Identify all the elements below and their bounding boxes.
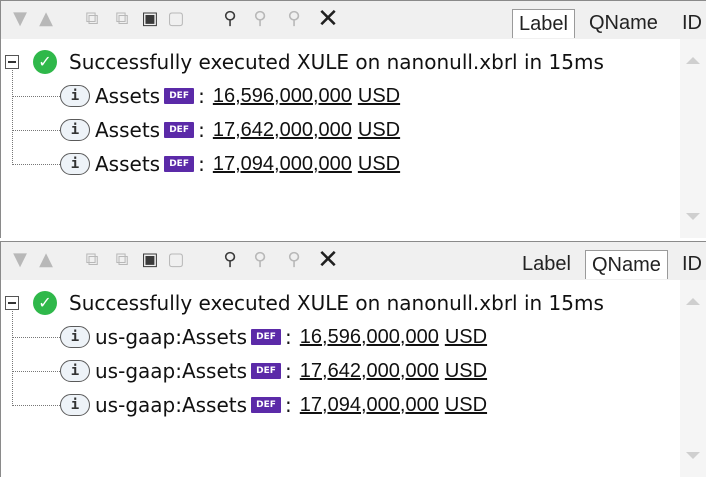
copy-all-icon[interactable]: ⧉ [111,7,133,31]
scroll-down-icon[interactable] [686,452,700,459]
find-previous-icon[interactable]: ⚲ [283,248,305,272]
info-icon: i [60,119,90,141]
tab-qname[interactable]: QName [585,250,668,279]
tree-root-row[interactable]: ✓ Successfully executed XULE on nanonull… [1,286,681,320]
item-unit-link[interactable]: USD [445,326,487,349]
scroll-up-icon[interactable] [686,298,700,305]
find-previous-icon[interactable]: ⚲ [283,7,305,31]
definition-badge-icon: DEF [164,88,195,104]
root-message: Successfully executed XULE on nanonull.x… [69,50,604,74]
paste-icon[interactable]: ▣ [139,7,161,31]
info-icon: i [60,85,90,107]
item-unit-link[interactable]: USD [445,360,487,383]
definition-badge-icon: DEF [251,363,282,379]
item-name: us-gaap:Assets [95,325,248,349]
find-next-icon[interactable]: ⚲ [249,7,271,31]
list-item[interactable]: Assets DEF : 17,642,000,000 USD [95,113,400,147]
success-check-icon: ✓ [33,291,57,315]
close-icon[interactable]: ✕ [317,6,339,32]
item-unit-link[interactable]: USD [358,153,400,176]
results-toolbar: ▼ ▲ ⧉ ⧉ ▣ ▢ ⚲ ⚲ ⚲ ✕ Label QName ID [1,242,706,280]
tab-label[interactable]: Label [512,9,575,38]
item-separator: : [285,325,292,349]
info-icon: i [60,360,90,382]
tree-connector [12,371,60,372]
export-icon[interactable]: ▢ [165,248,187,272]
root-message: Successfully executed XULE on nanonull.x… [69,291,604,315]
item-separator: : [198,84,205,108]
tree-connector [12,130,60,131]
list-item[interactable]: Assets DEF : 17,094,000,000 USD [95,147,400,181]
tab-id[interactable]: ID [676,9,706,37]
item-name: us-gaap:Assets [95,393,248,417]
triangle-down-icon[interactable]: ▼ [9,7,31,31]
info-icon: i [60,326,90,348]
item-value-link[interactable]: 17,094,000,000 [300,394,439,417]
tab-id[interactable]: ID [676,250,706,278]
find-icon[interactable]: ⚲ [219,248,241,272]
item-value-link[interactable]: 16,596,000,000 [213,85,352,108]
triangle-up-icon[interactable]: ▲ [35,7,57,31]
item-name: us-gaap:Assets [95,359,248,383]
info-icon: i [60,394,90,416]
tree-connector [12,96,60,97]
results-tree: ✓ Successfully executed XULE on nanonull… [1,39,681,238]
item-value-link[interactable]: 17,642,000,000 [213,119,352,142]
list-item[interactable]: Assets DEF : 16,596,000,000 USD [95,79,400,113]
item-value-link[interactable]: 17,642,000,000 [300,360,439,383]
collapse-icon[interactable] [5,55,19,69]
item-unit-link[interactable]: USD [358,85,400,108]
triangle-up-icon[interactable]: ▲ [35,248,57,272]
item-separator: : [198,152,205,176]
item-name: Assets [95,118,161,142]
definition-badge-icon: DEF [164,122,195,138]
tab-qname[interactable]: QName [583,9,664,37]
find-icon[interactable]: ⚲ [219,7,241,31]
vertical-scrollbar[interactable] [680,280,706,477]
scroll-up-icon[interactable] [686,57,700,64]
tree-connector [12,164,60,165]
item-value-link[interactable]: 17,094,000,000 [213,153,352,176]
tab-label[interactable]: Label [516,250,577,278]
item-separator: : [285,359,292,383]
paste-icon[interactable]: ▣ [139,248,161,272]
tree-connector [12,337,60,338]
item-unit-link[interactable]: USD [445,394,487,417]
item-unit-link[interactable]: USD [358,119,400,142]
item-separator: : [285,393,292,417]
item-name: Assets [95,84,161,108]
tree-root-row[interactable]: ✓ Successfully executed XULE on nanonull… [1,45,681,79]
xule-results-panel-qname: ▼ ▲ ⧉ ⧉ ▣ ▢ ⚲ ⚲ ⚲ ✕ Label QName ID ✓ Suc… [0,241,706,477]
list-item[interactable]: us-gaap:Assets DEF : 16,596,000,000 USD [95,320,487,354]
info-icon: i [60,153,90,175]
definition-badge-icon: DEF [251,397,282,413]
copy-icon[interactable]: ⧉ [81,248,103,272]
tree-connector [12,405,60,406]
find-next-icon[interactable]: ⚲ [249,248,271,272]
close-icon[interactable]: ✕ [317,247,339,273]
item-value-link[interactable]: 16,596,000,000 [300,326,439,349]
triangle-down-icon[interactable]: ▼ [9,248,31,272]
definition-badge-icon: DEF [164,156,195,172]
results-tree: ✓ Successfully executed XULE on nanonull… [1,280,681,477]
xule-results-panel-label: ▼ ▲ ⧉ ⧉ ▣ ▢ ⚲ ⚲ ⚲ ✕ Label QName ID ✓ Suc… [0,0,706,238]
item-separator: : [198,118,205,142]
success-check-icon: ✓ [33,50,57,74]
definition-badge-icon: DEF [251,329,282,345]
collapse-icon[interactable] [5,296,19,310]
export-icon[interactable]: ▢ [165,7,187,31]
list-item[interactable]: us-gaap:Assets DEF : 17,094,000,000 USD [95,388,487,422]
results-toolbar: ▼ ▲ ⧉ ⧉ ▣ ▢ ⚲ ⚲ ⚲ ✕ Label QName ID [1,1,706,39]
scroll-down-icon[interactable] [686,213,700,220]
vertical-scrollbar[interactable] [680,39,706,238]
copy-icon[interactable]: ⧉ [81,7,103,31]
item-name: Assets [95,152,161,176]
list-item[interactable]: us-gaap:Assets DEF : 17,642,000,000 USD [95,354,487,388]
copy-all-icon[interactable]: ⧉ [111,248,133,272]
